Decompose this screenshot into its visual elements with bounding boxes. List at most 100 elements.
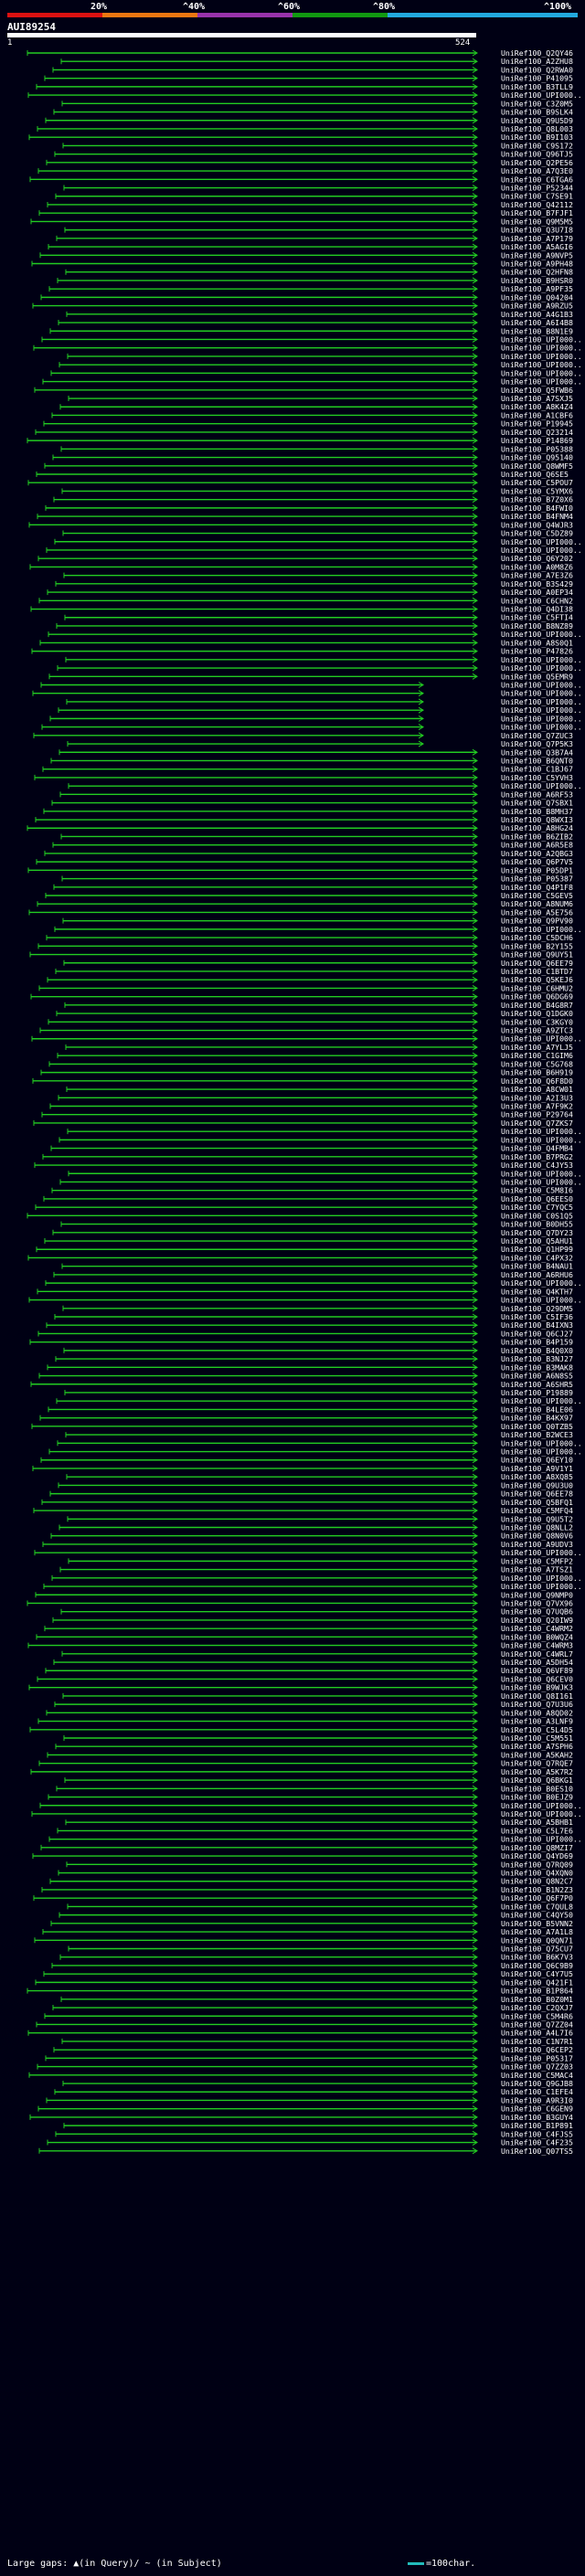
alignment-row: UniRef100_B4IXN3 [46, 1320, 573, 1330]
alignment-row: UniRef100_A2I3U3 [58, 1093, 573, 1102]
alignment-row: UniRef100_A8K4Z4 [59, 402, 573, 411]
alignment-row: UniRef100_A8HG24 [27, 823, 573, 832]
alignment-row: UniRef100_Q7VX96 [27, 1598, 573, 1607]
alignment-row: UniRef100_B3TLL9 [36, 82, 573, 91]
alignment-row: UniRef100_C1BTD7 [55, 967, 573, 976]
alignment-row: UniRef100_C6CHN2 [38, 596, 573, 605]
alignment-row: UniRef100_Q8I161 [62, 1691, 573, 1701]
alignment-row: UniRef100_A9RZU5 [32, 302, 573, 311]
alignment-row: UniRef100_C4Y7U5 [43, 1969, 573, 1978]
alignment-row: UniRef100_Q421F1 [35, 1977, 573, 1987]
alignment-row: UniRef100_Q6CJ27 [37, 1329, 573, 1338]
alignment-row: UniRef100_Q6CEP2 [53, 2045, 573, 2054]
alignment-row: UniRef100_B7PRG2 [42, 1152, 573, 1161]
alignment-row: UniRef100_B4P159 [29, 1338, 573, 1347]
alignment-row: UniRef100_C5GEV5 [45, 891, 573, 900]
alignment-row: UniRef100_Q9GJB8 [62, 2079, 573, 2088]
alignment-row: UniRef100_C4WRL7 [61, 1649, 573, 1659]
alignment-row: UniRef100_A6SHR5 [30, 1380, 573, 1389]
alignment-row: UniRef100_P05317 [45, 2053, 573, 2062]
alignment-row: UniRef100_Q6BKG1 [64, 1776, 573, 1785]
alignment-row: UniRef100_C5DCH6 [46, 933, 573, 942]
alignment-row: UniRef100_B0Z0M1 [60, 1995, 573, 2004]
alignment-row: UniRef100_C5MAC4 [28, 2071, 573, 2080]
alignment-row: UniRef100_A8S0Q1 [39, 638, 573, 647]
alignment-row: UniRef100_Q6F7P0 [33, 1893, 573, 1903]
alignment-row: UniRef100_B6H919 [40, 1068, 573, 1077]
alignment-row: UniRef100_Q42112 [47, 200, 573, 209]
alignment-row: UniRef100_UPI000.. [31, 1809, 582, 1818]
alignment-row: UniRef100_Q4FMB4 [50, 1144, 573, 1153]
alignment-row: UniRef100_A8QD02 [46, 1708, 573, 1717]
alignment-row: UniRef100_A6R5E8 [52, 841, 573, 850]
alignment-row: UniRef100_Q3B7A4 [58, 747, 573, 757]
alignment-row: UniRef100_B0ES10 [56, 1784, 573, 1793]
alignment-row: UniRef100_A9V1Y1 [32, 1464, 573, 1473]
alignment-row: UniRef100_B4LE06 [48, 1405, 573, 1414]
legend-text: =100char. [426, 2559, 476, 2569]
alignment-row: UniRef100_Q6EES0 [43, 1194, 573, 1203]
alignment-row: UniRef100_Q04204 [40, 292, 573, 302]
alignment-row: UniRef100_A7YLJ5 [65, 1043, 573, 1052]
alignment-row: UniRef100_Q23214 [35, 428, 573, 437]
alignment-row: UniRef100_P05388 [60, 444, 573, 453]
alignment-row: UniRef100_A8CW01 [66, 1085, 573, 1094]
alignment-row: UniRef100_Q9U5T2 [67, 1514, 573, 1523]
alignment-row: UniRef100_C5M8I6 [51, 1186, 573, 1195]
alignment-row: UniRef100_Q5BFQ1 [41, 1498, 573, 1507]
alignment-row: UniRef100_Q5AHU1 [44, 1236, 573, 1246]
alignment-row: UniRef100_A4G1B3 [66, 310, 573, 319]
alignment-row: UniRef100_Q6DG69 [30, 992, 573, 1002]
alignment-row: UniRef100_A9PH48 [31, 260, 573, 269]
alignment-row: UniRef100_A9UDV3 [42, 1540, 573, 1549]
alignment-row: UniRef100_B0DH55 [60, 1220, 573, 1229]
legend-swatch [408, 2561, 424, 2565]
alignment-row: UniRef100_A1CBF6 [51, 410, 573, 419]
alignment-row: UniRef100_Q8NLL2 [58, 1523, 573, 1532]
alignment-row: UniRef100_B4Q0X0 [63, 1346, 573, 1355]
alignment-rows: UniRef100_Q2QY46UniRef100_A2ZHU8 UniRef10… [27, 48, 582, 2156]
alignment-row: UniRef100_C5POU7 [27, 478, 573, 487]
alignment-row: UniRef100_Q7RQ09 [66, 1860, 573, 1869]
alignment-row: UniRef100_Q6SE5 [36, 470, 569, 479]
alignment-row: UniRef100_Q8WMF5 [44, 461, 573, 471]
alignment-row: UniRef100_B9HSR0 [57, 276, 573, 285]
alignment-row: UniRef100_B0EJZ9 [48, 1793, 573, 1802]
alignment-row: UniRef100_B3NJ27 [55, 1354, 573, 1363]
gaps-legend-text: Large gaps: ▲(in Query)/ ~ (in Subject) [7, 2559, 222, 2569]
alignment-row: UniRef100_C4PX32 [27, 1253, 573, 1262]
alignment-row: UniRef100_Q7DY23 [52, 1228, 573, 1237]
alignment-row: UniRef100_Q2QY46 [27, 48, 573, 58]
alignment-label[interactable]: UniRef100_Q07TS5 [501, 2147, 573, 2156]
alignment-row: UniRef100_A7TSZ1 [59, 1565, 573, 1574]
alignment-row: UniRef100_Q8L003 [37, 124, 573, 133]
alignment-row: UniRef100_Q0QN71 [34, 1935, 573, 1945]
alignment-row: UniRef100_Q4WJR3 [28, 520, 573, 529]
alignment-row: UniRef100_A2ZHU8 [60, 57, 573, 66]
alignment-row: UniRef100_B6K7V3 [59, 1953, 573, 1962]
alignment-row: UniRef100_C4JY53 [34, 1161, 573, 1170]
alignment-row: UniRef100_C4FJS5 [55, 2129, 573, 2138]
alignment-row: UniRef100_C9S172 [62, 141, 573, 150]
alignment-row: UniRef100_Q9U5D9 [45, 116, 573, 125]
alignment-row: UniRef100_A9R3I0 [46, 2095, 573, 2104]
alignment-row: UniRef100_P47826 [31, 647, 573, 656]
alignment-row: UniRef100_UPI000.. [34, 1548, 582, 1557]
alignment-row: UniRef100_Q6EE79 [63, 959, 573, 968]
alignment-row: UniRef100_C3Z0M5 [61, 99, 573, 108]
alignment-row: UniRef100_A5KAH2 [47, 1750, 573, 1759]
alignment-row: UniRef100_Q95140 [52, 453, 573, 462]
alignment-row: UniRef100_A7E3Z6 [63, 571, 573, 580]
alignment-row: UniRef100_Q5FWB6 [34, 386, 573, 395]
alignment-row: UniRef100_A7Q3E0 [37, 166, 573, 175]
alignment-row: UniRef100_Q6Y202 [37, 554, 573, 563]
alignment-row: UniRef100_A4L7I6 [27, 2029, 573, 2038]
alignment-row: UniRef100_Q20IW9 [52, 1616, 573, 1625]
alignment-row: UniRef100_Q5EMR9 [48, 672, 573, 681]
alignment-row: UniRef100_Q4P1F8 [53, 883, 573, 892]
alignment-row: UniRef100_A7SXJ5 [68, 394, 573, 403]
alignment-row: UniRef100_Q8WXI3 [35, 815, 573, 824]
scale-legend: =100char. [408, 2559, 475, 2569]
alignment-row: UniRef100_C5IF36 [54, 1312, 573, 1321]
alignment-row: UniRef100_B0WQZ4 [36, 1632, 573, 1641]
